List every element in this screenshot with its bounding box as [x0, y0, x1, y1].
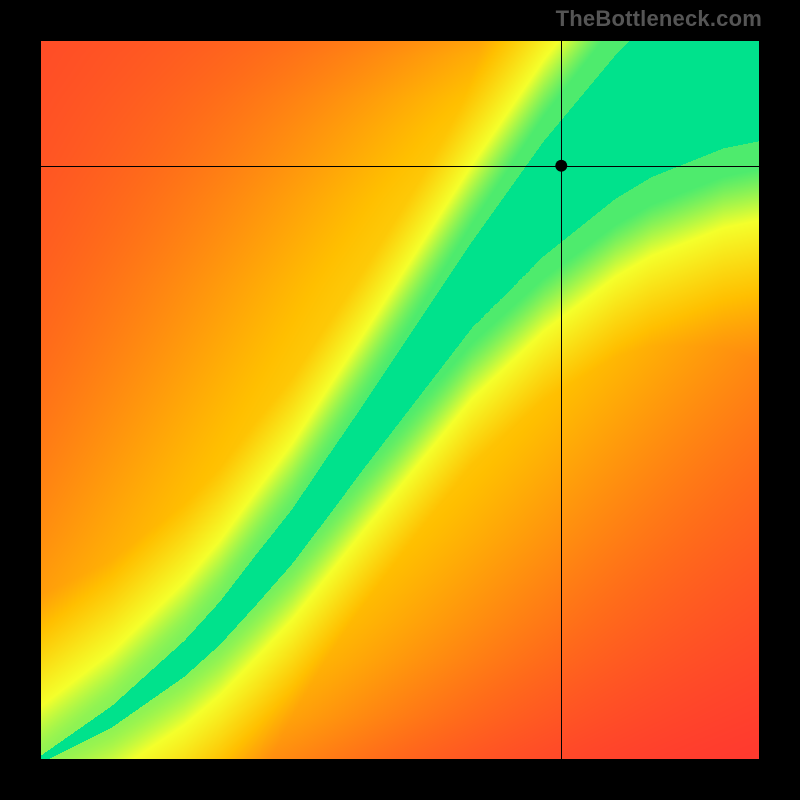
chart-frame: TheBottleneck.com [0, 0, 800, 800]
heatmap-canvas [40, 40, 760, 760]
heatmap-plot [40, 40, 760, 760]
watermark-text: TheBottleneck.com [556, 6, 762, 32]
